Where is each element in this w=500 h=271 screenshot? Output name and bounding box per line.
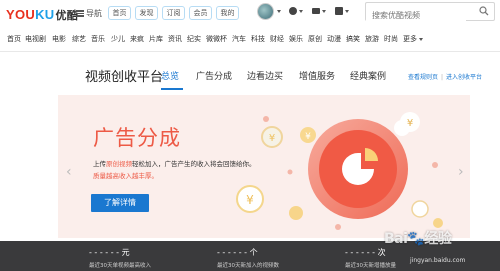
tab-cases[interactable]: 经典案例	[350, 69, 386, 82]
nav-item[interactable]: 动漫	[327, 34, 341, 44]
pill-discover[interactable]: 发现	[135, 6, 158, 20]
nav-item[interactable]: 汽车	[232, 34, 246, 44]
active-tab-indicator	[161, 88, 183, 90]
search-input[interactable]	[366, 7, 466, 24]
nav-more-label: 更多	[403, 35, 417, 43]
pill-subscribe[interactable]: 订阅	[162, 6, 185, 20]
nav-item[interactable]: 纪实	[187, 34, 201, 44]
banner-desc-line2: 质量越高收入越丰厚。	[93, 172, 158, 180]
svg-text:¥: ¥	[246, 193, 254, 207]
tab-shop-while-watching[interactable]: 边看边买	[247, 69, 283, 82]
tab-ad-share[interactable]: 广告分成	[196, 69, 232, 82]
divider	[0, 51, 500, 52]
youku-logo[interactable]: YOUKU优酷	[6, 7, 78, 23]
stat-max-income: - - - - - - 元 最近30天单视频最高收入	[89, 247, 199, 269]
top-bar: YOUKU优酷 导航 首页 发现 订阅 会员 我的	[0, 0, 500, 30]
pill-home[interactable]: 首页	[108, 6, 131, 20]
compass-icon[interactable]	[289, 7, 297, 15]
nav-item[interactable]: 电视剧	[25, 34, 46, 44]
desc-text: 轻松加入，广告产生的收入将会回馈给你。	[132, 160, 256, 168]
logo-cn: 优酷	[55, 10, 79, 22]
watermark-url: jingyan.baidu.com	[410, 257, 466, 264]
banner-desc-line1: 上传原创视频轻松加入，广告产生的收入将会回馈给你。	[93, 158, 256, 168]
search-icon[interactable]	[479, 6, 489, 16]
banner-next-arrow[interactable]: ›	[458, 164, 464, 180]
mail-icon[interactable]	[312, 8, 320, 14]
channel-nav: 首页 电视剧 电影 综艺 音乐 少儿 来疯 片库 资讯 纪实 微微杯 汽车 科技…	[0, 34, 500, 48]
nav-item[interactable]: 首页	[7, 34, 21, 44]
stat-label: 最近30天新加入的视频数	[217, 263, 279, 269]
search-box	[365, 2, 495, 24]
nav-menu-button[interactable]: 导航	[76, 8, 102, 19]
pill-vip[interactable]: 会员	[189, 6, 212, 20]
stat-new-videos: - - - - - - 个 最近30天新加入的视频数	[217, 247, 327, 269]
tab-overview[interactable]: 总览	[161, 69, 179, 82]
tab-value-added[interactable]: 增值服务	[299, 69, 335, 82]
nav-item[interactable]: 时尚	[384, 34, 398, 44]
nav-item[interactable]: 片库	[149, 34, 163, 44]
banner-title: 广告分成	[93, 126, 181, 150]
upload-icon[interactable]	[335, 7, 343, 15]
nav-item[interactable]: 资讯	[168, 34, 182, 44]
nav-item[interactable]: 综艺	[72, 34, 86, 44]
avatar-chevron-down-icon[interactable]	[277, 10, 281, 13]
enter-platform-link[interactable]: 进入创收平台	[446, 74, 482, 81]
chevron-down-icon[interactable]	[345, 10, 349, 13]
top-links: 查看规则页 | 进入创收平台	[408, 74, 483, 81]
page-title: 视频创收平台	[85, 70, 164, 85]
logo-ku: KU	[35, 7, 55, 22]
svg-text:¥: ¥	[305, 132, 311, 142]
nav-item[interactable]: 原创	[308, 34, 322, 44]
nav-item[interactable]: 搞笑	[346, 34, 360, 44]
nav-more[interactable]: 更多	[403, 34, 423, 44]
nav-item[interactable]: 微微杯	[206, 34, 227, 44]
hamburger-icon	[76, 9, 84, 18]
stat-value: - - - - - - 个	[217, 248, 258, 257]
desc-text: 上传	[93, 160, 106, 168]
nav-item[interactable]: 科技	[251, 34, 265, 44]
svg-text:¥: ¥	[269, 133, 275, 144]
nav-item[interactable]: 娱乐	[289, 34, 303, 44]
rules-link[interactable]: 查看规则页	[408, 74, 438, 81]
pill-mine[interactable]: 我的	[216, 6, 239, 20]
chevron-down-icon[interactable]	[299, 10, 303, 13]
nav-item[interactable]: 电影	[52, 34, 66, 44]
baidu-jingyan-watermark: Bai🐾经验	[384, 231, 452, 247]
nav-item[interactable]: 来疯	[130, 34, 144, 44]
chevron-down-icon[interactable]	[322, 10, 326, 13]
nav-menu-label: 导航	[86, 9, 102, 18]
desc-highlight: 原创视频	[106, 160, 132, 168]
stat-value: - - - - - - 元	[89, 248, 130, 257]
nav-item[interactable]: 音乐	[91, 34, 105, 44]
svg-text:¥: ¥	[407, 118, 413, 129]
learn-more-button[interactable]: 了解详情	[91, 194, 149, 212]
stat-label: 最近30天单视频最高收入	[89, 263, 151, 269]
nav-item[interactable]: 财经	[270, 34, 284, 44]
chevron-down-icon	[419, 37, 423, 41]
nav-item[interactable]: 旅游	[365, 34, 379, 44]
user-avatar[interactable]	[257, 3, 274, 20]
banner-prev-arrow[interactable]: ‹	[66, 164, 72, 180]
coins-illustration: ¥ ¥ ¥ ¥	[236, 112, 443, 230]
logo-you: YOU	[6, 7, 36, 22]
nav-item[interactable]: 少儿	[111, 34, 125, 44]
